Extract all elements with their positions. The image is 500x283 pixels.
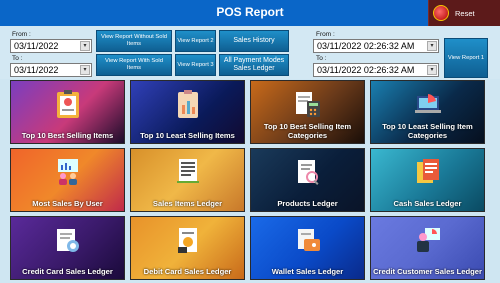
tile-label: Top 10 Best Selling Items bbox=[21, 131, 114, 140]
wallet-icon bbox=[297, 229, 320, 251]
tile-products-ledger[interactable]: Products Ledger bbox=[250, 148, 365, 212]
tile-label: Top 10 Least Selling Items bbox=[140, 131, 235, 140]
laptop-chart-icon bbox=[414, 94, 441, 113]
calendar-dropdown-icon[interactable]: ▾ bbox=[427, 65, 437, 75]
tile-label: Top 10 Least Selling Item Categories bbox=[382, 122, 473, 140]
tile-top-10-least-selling-items[interactable]: Top 10 Least Selling Items bbox=[130, 80, 245, 144]
to-date-value: 03/11/2022 bbox=[14, 65, 59, 75]
tile-label: Wallet Sales Ledger bbox=[271, 267, 344, 276]
tile-label: Credit Card Sales Ledger bbox=[22, 267, 113, 276]
from-datetime-label: From : bbox=[316, 31, 335, 38]
reset-label: Reset bbox=[455, 8, 475, 18]
from-date-field[interactable]: 03/11/2022 ▾ bbox=[10, 39, 92, 53]
tile-label: Top 10 Best Selling Item Categories bbox=[263, 122, 352, 140]
tile-top-10-best-selling-item-categories[interactable]: Top 10 Best Selling Item Categories bbox=[250, 80, 365, 144]
title-bar: POS Report Reset bbox=[0, 0, 500, 26]
clipboard-chart-icon bbox=[177, 90, 198, 118]
tile-label: Debit Card Sales Ledger bbox=[143, 267, 232, 276]
view-report-2-button[interactable]: View Report 2 bbox=[175, 30, 216, 52]
credit-card-report-icon bbox=[56, 229, 79, 252]
from-label: From : bbox=[12, 31, 31, 38]
tile-credit-card-sales-ledger[interactable]: Credit Card Sales Ledger bbox=[10, 216, 125, 280]
from-date-value: 03/11/2022 bbox=[14, 41, 59, 51]
to-datetime-label: To : bbox=[316, 55, 327, 62]
document-search-icon bbox=[297, 160, 319, 185]
from-datetime-field[interactable]: 03/11/2022 02:26:32 AM ▾ bbox=[313, 39, 439, 53]
customer-presentation-icon bbox=[416, 228, 440, 252]
tile-label: Sales Items Ledger bbox=[152, 199, 223, 208]
debit-card-report-icon bbox=[177, 228, 197, 253]
tile-top-10-best-selling-items[interactable]: Top 10 Best Selling Items bbox=[10, 80, 125, 144]
tile-sales-items-ledger[interactable]: Sales Items Ledger bbox=[130, 148, 245, 212]
tile-credit-customer-sales-ledger[interactable]: Credit Customer Sales Ledger bbox=[370, 216, 485, 280]
tile-label: Cash Sales Ledger bbox=[393, 199, 462, 208]
tile-label: Products Ledger bbox=[277, 199, 338, 208]
calendar-dropdown-icon[interactable]: ▾ bbox=[80, 41, 90, 51]
cash-document-icon bbox=[416, 159, 439, 183]
users-presentation-icon bbox=[57, 159, 78, 185]
to-datetime-field[interactable]: 03/11/2022 02:26:32 AM ▾ bbox=[313, 63, 439, 77]
window-title: POS Report bbox=[216, 5, 284, 19]
tile-top-10-least-selling-item-categories[interactable]: Top 10 Least Selling Item Categories bbox=[370, 80, 485, 144]
tile-cash-sales-ledger[interactable]: Cash Sales Ledger bbox=[370, 148, 485, 212]
view-report-with-sold-button[interactable]: View Report With Sold Items bbox=[96, 54, 172, 76]
to-datetime-value: 03/11/2022 02:26:32 AM bbox=[317, 65, 415, 75]
view-report-1-button[interactable]: View Report 1 bbox=[444, 38, 488, 78]
document-calculator-icon bbox=[295, 92, 320, 117]
tile-most-sales-by-user[interactable]: Most Sales By User bbox=[10, 148, 125, 212]
payment-modes-ledger-button[interactable]: All Payment Modes Sales Ledger bbox=[219, 54, 289, 76]
tile-debit-card-sales-ledger[interactable]: Debit Card Sales Ledger bbox=[130, 216, 245, 280]
filter-panel: From : 03/11/2022 ▾ To : 03/11/2022 ▾ View… bbox=[0, 26, 500, 79]
clipboard-report-icon bbox=[56, 90, 79, 118]
sales-history-button[interactable]: Sales History bbox=[219, 30, 289, 52]
calendar-dropdown-icon[interactable]: ▾ bbox=[80, 65, 90, 75]
tile-label: Most Sales By User bbox=[32, 199, 103, 208]
calendar-dropdown-icon[interactable]: ▾ bbox=[427, 41, 437, 51]
tile-label: Credit Customer Sales Ledger bbox=[373, 267, 482, 276]
reset-button[interactable]: Reset bbox=[428, 0, 500, 26]
tile-wallet-sales-ledger[interactable]: Wallet Sales Ledger bbox=[250, 216, 365, 280]
view-report-without-sold-button[interactable]: View Report Without Sold Items bbox=[96, 30, 172, 52]
reset-icon bbox=[433, 5, 449, 21]
to-label: To : bbox=[12, 55, 23, 62]
ledger-icon bbox=[176, 159, 199, 183]
view-report-3-button[interactable]: View Report 3 bbox=[175, 54, 216, 76]
from-datetime-value: 03/11/2022 02:26:32 AM bbox=[317, 41, 415, 51]
to-date-field[interactable]: 03/11/2022 ▾ bbox=[10, 63, 92, 77]
